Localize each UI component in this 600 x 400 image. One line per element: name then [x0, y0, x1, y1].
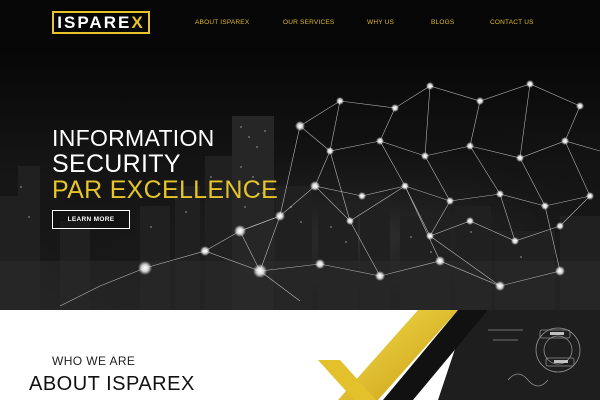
section-title: ABOUT ISPAREX	[29, 373, 195, 395]
nav-our-services[interactable]: OUR SERVICES	[283, 19, 334, 26]
about-x-graphic	[318, 310, 600, 400]
hero-line-information: INFORMATION	[52, 125, 215, 151]
nav-why-us[interactable]: WHY US	[367, 19, 394, 26]
hero-line-par-excellence: PAR EXCELLENCE	[52, 176, 279, 204]
hero-line-security: SECURITY	[52, 150, 181, 178]
top-navbar: ISPAREX ABOUT ISPAREX OUR SERVICES WHY U…	[0, 0, 600, 46]
nav-blogs[interactable]: BLOGS	[431, 19, 454, 26]
nav-contact-us[interactable]: CONTACT US	[490, 19, 534, 26]
about-section: WHO WE ARE ABOUT ISPAREX	[0, 310, 600, 400]
main-menu: ABOUT ISPAREX OUR SERVICES WHY US BLOGS …	[0, 19, 600, 31]
hero-banner: INFORMATION SECURITY PAR EXCELLENCE LEAR…	[0, 46, 600, 310]
learn-more-button[interactable]: LEARN MORE	[52, 210, 130, 229]
nav-about-isparex[interactable]: ABOUT ISPAREX	[195, 19, 249, 26]
section-eyebrow: WHO WE ARE	[52, 354, 136, 368]
hero-headline: INFORMATION SECURITY PAR EXCELLENCE	[52, 125, 278, 203]
